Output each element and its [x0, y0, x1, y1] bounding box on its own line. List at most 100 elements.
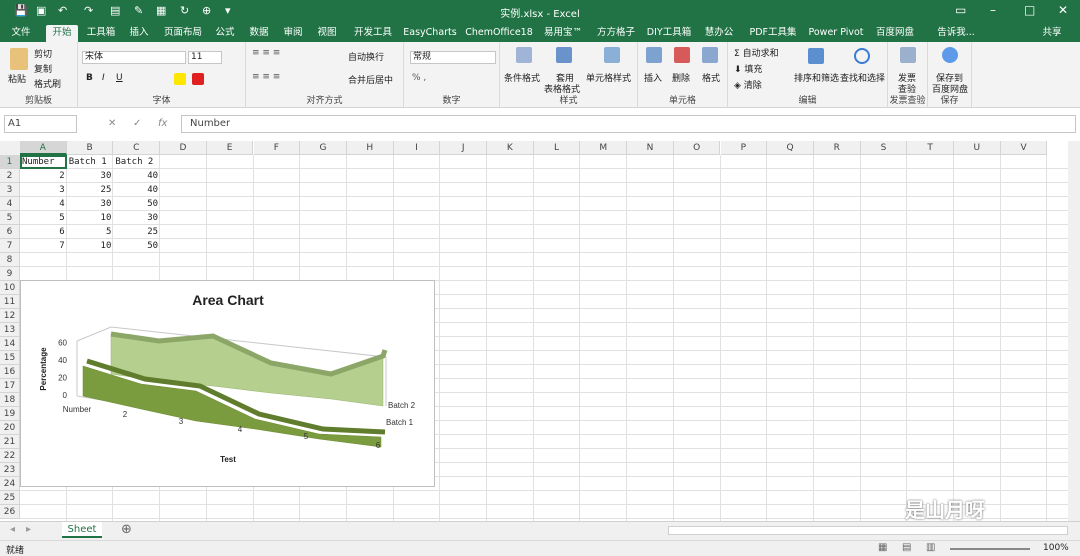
table-cell[interactable]: Batch 2: [113, 155, 160, 169]
column-header[interactable]: N: [627, 141, 674, 155]
sort-icon[interactable]: [808, 48, 824, 64]
row-header[interactable]: 12: [0, 309, 20, 323]
row-header[interactable]: 26: [0, 505, 20, 519]
row-header[interactable]: 2: [0, 169, 20, 183]
tab-insert[interactable]: 插入: [126, 25, 152, 42]
table-cell[interactable]: 50: [113, 197, 160, 211]
column-header[interactable]: H: [346, 141, 394, 155]
insert-cell-button[interactable]: 插入: [644, 71, 662, 84]
row-header[interactable]: 22: [0, 449, 20, 463]
number-format-select[interactable]: 常规: [410, 51, 496, 64]
tab-huibangong[interactable]: 慧办公: [700, 25, 738, 42]
row-header[interactable]: 18: [0, 393, 20, 407]
column-header[interactable]: L: [533, 141, 581, 155]
page-layout-icon[interactable]: ▤: [902, 542, 911, 553]
sort-filter-button[interactable]: 排序和筛选: [794, 71, 839, 84]
table-cell[interactable]: 10: [67, 239, 114, 253]
next-sheet-icon[interactable]: ▸: [26, 524, 31, 535]
row-header[interactable]: 7: [0, 239, 20, 253]
tab-fangfang[interactable]: 方方格子: [594, 25, 638, 42]
row-header[interactable]: 16: [0, 365, 20, 379]
underline-button[interactable]: U: [116, 73, 123, 83]
wrap-text-button[interactable]: 自动换行: [348, 50, 384, 63]
conditional-format-button[interactable]: 条件格式: [504, 71, 540, 84]
row-header[interactable]: 3: [0, 183, 20, 197]
row-header[interactable]: 21: [0, 435, 20, 449]
paste-button[interactable]: 粘贴: [8, 72, 26, 85]
format-cell-button[interactable]: 格式: [702, 71, 720, 84]
tab-pdf[interactable]: PDF工具集: [746, 25, 800, 42]
tab-easycharts[interactable]: EasyCharts: [402, 25, 458, 42]
cut-button[interactable]: 剪切: [34, 47, 52, 60]
row-header[interactable]: 4: [0, 197, 20, 211]
table-cell[interactable]: 30: [67, 169, 114, 183]
table-cell[interactable]: 2: [20, 169, 67, 183]
row-header[interactable]: 5: [0, 211, 20, 225]
row-header[interactable]: 24: [0, 477, 20, 491]
page-break-icon[interactable]: ▥: [926, 542, 935, 553]
table-cell[interactable]: 5: [67, 225, 114, 239]
tab-page-layout[interactable]: 页面布局: [160, 25, 206, 42]
column-header[interactable]: D: [160, 141, 207, 155]
normal-view-icon[interactable]: ▦: [878, 542, 887, 553]
ribbon-options-icon[interactable]: ▭: [955, 3, 966, 17]
italic-button[interactable]: I: [102, 73, 105, 83]
invoice-icon[interactable]: [900, 47, 916, 63]
table-format-icon[interactable]: [556, 47, 572, 63]
table-cell[interactable]: 3: [20, 183, 67, 197]
column-header[interactable]: U: [954, 141, 1001, 155]
cell-style-button[interactable]: 单元格样式: [586, 71, 631, 84]
sheet-tab[interactable]: Sheet: [62, 522, 102, 538]
copy-button[interactable]: 复制: [34, 62, 52, 75]
column-header[interactable]: F: [253, 141, 301, 155]
enter-icon[interactable]: ✓: [133, 118, 141, 129]
paste-icon[interactable]: [10, 48, 28, 70]
align-icons[interactable]: ≡ ≡ ≡: [252, 48, 280, 58]
font-name-select[interactable]: 宋体: [82, 51, 186, 64]
cancel-icon[interactable]: ✕: [108, 118, 116, 129]
tab-yiyongbao[interactable]: 易用宝™: [540, 25, 586, 42]
row-header[interactable]: 8: [0, 253, 20, 267]
tab-home[interactable]: 开始: [46, 25, 78, 42]
tab-chemoffice[interactable]: ChemOffice18: [464, 25, 534, 42]
table-cell[interactable]: 4: [20, 197, 67, 211]
tab-view[interactable]: 视图: [314, 25, 340, 42]
row-header[interactable]: 25: [0, 491, 20, 505]
table-cell[interactable]: 40: [113, 169, 160, 183]
column-header[interactable]: C: [113, 141, 161, 155]
table-cell[interactable]: 5: [20, 211, 67, 225]
vertical-scrollbar[interactable]: [1068, 141, 1080, 521]
cell-style-icon[interactable]: [604, 47, 620, 63]
tab-formulas[interactable]: 公式: [212, 25, 238, 42]
find-icon[interactable]: [854, 48, 870, 64]
find-select-button[interactable]: 查找和选择: [840, 71, 885, 84]
clear-button[interactable]: ◈ 清除: [734, 78, 762, 91]
column-header[interactable]: S: [860, 141, 908, 155]
tab-baidu[interactable]: 百度网盘: [872, 25, 918, 42]
halign-icons[interactable]: ≡ ≡ ≡: [252, 72, 280, 82]
row-header[interactable]: 19: [0, 407, 20, 421]
column-header[interactable]: Q: [767, 141, 814, 155]
table-cell[interactable]: 30: [113, 211, 160, 225]
close-icon[interactable]: ✕: [1058, 3, 1068, 17]
table-cell[interactable]: 25: [67, 183, 114, 197]
autosum-button[interactable]: Σ 自动求和: [734, 46, 779, 59]
row-header[interactable]: 13: [0, 323, 20, 337]
table-cell[interactable]: 40: [113, 183, 160, 197]
tab-data[interactable]: 数据: [246, 25, 272, 42]
zoom-level[interactable]: 100%: [1043, 543, 1069, 553]
name-box[interactable]: A1: [4, 115, 77, 133]
row-header[interactable]: 20: [0, 421, 20, 435]
tab-diy[interactable]: DIY工具箱: [646, 25, 692, 42]
font-color-icon[interactable]: [192, 73, 204, 85]
row-header[interactable]: 23: [0, 463, 20, 477]
minimize-icon[interactable]: –: [990, 3, 996, 17]
formula-input[interactable]: Number: [181, 115, 1076, 133]
column-header[interactable]: R: [813, 141, 861, 155]
merge-center-button[interactable]: 合并后居中: [348, 73, 393, 86]
column-header[interactable]: J: [440, 141, 487, 155]
tab-developer[interactable]: 开发工具: [350, 25, 396, 42]
column-header[interactable]: B: [66, 141, 114, 155]
maximize-icon[interactable]: □: [1024, 3, 1035, 17]
row-header[interactable]: 11: [0, 295, 20, 309]
